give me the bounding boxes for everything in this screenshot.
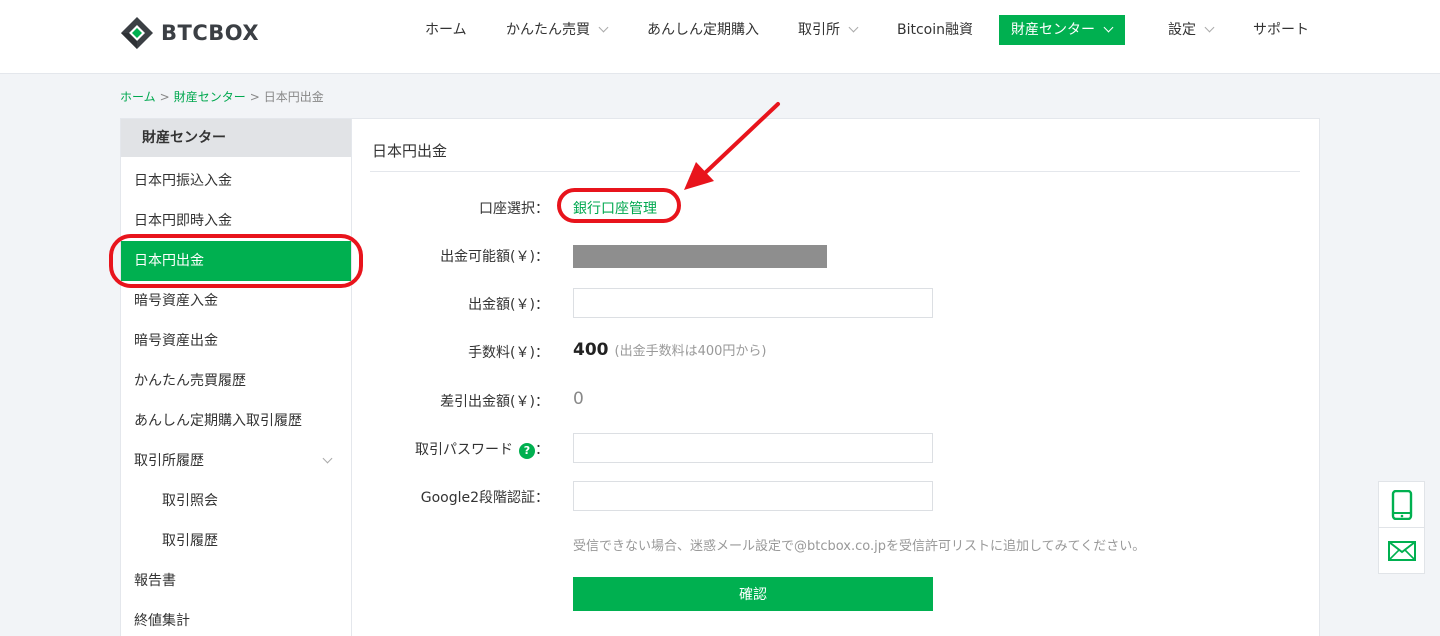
mail-button[interactable] (1379, 528, 1424, 574)
mail-icon (1387, 541, 1416, 561)
phone-icon (1391, 489, 1412, 520)
phone-button[interactable] (1379, 482, 1424, 528)
floating-contact-widget (1378, 481, 1425, 574)
annotation-arrow-icon (684, 102, 780, 190)
